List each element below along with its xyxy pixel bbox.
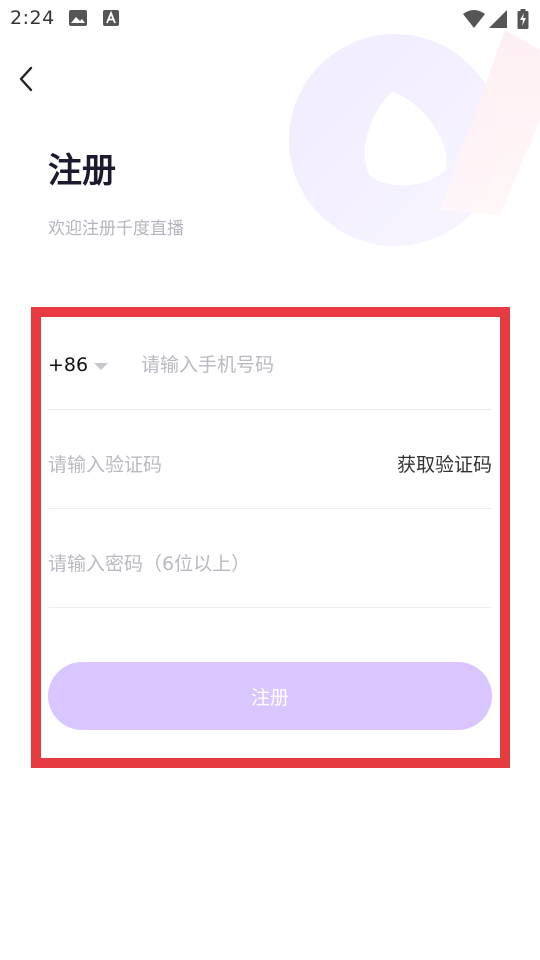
status-bar: 2:24 <box>0 0 540 36</box>
text-a-icon <box>103 10 119 26</box>
back-button[interactable] <box>10 62 42 96</box>
battery-charging-icon <box>517 9 529 29</box>
chevron-left-icon <box>19 66 33 92</box>
page-subtitle: 欢迎注册千度直播 <box>48 219 184 239</box>
country-code-label: +86 <box>48 354 89 376</box>
image-icon <box>69 10 87 26</box>
signal-icon <box>489 10 507 28</box>
phone-input[interactable] <box>141 351 481 379</box>
phone-row: +86 <box>48 318 492 410</box>
country-code-selector[interactable]: +86 <box>48 352 88 378</box>
wifi-icon <box>463 10 485 28</box>
verification-code-input[interactable] <box>48 451 348 479</box>
page-title: 注册 <box>48 151 116 191</box>
password-input[interactable] <box>48 550 478 578</box>
dropdown-caret-icon[interactable] <box>94 363 108 370</box>
password-row <box>48 509 492 608</box>
get-code-button[interactable]: 获取验证码 <box>397 451 492 479</box>
status-time: 2:24 <box>10 7 55 29</box>
verification-code-row: 获取验证码 <box>48 410 492 509</box>
register-button[interactable]: 注册 <box>48 662 492 730</box>
